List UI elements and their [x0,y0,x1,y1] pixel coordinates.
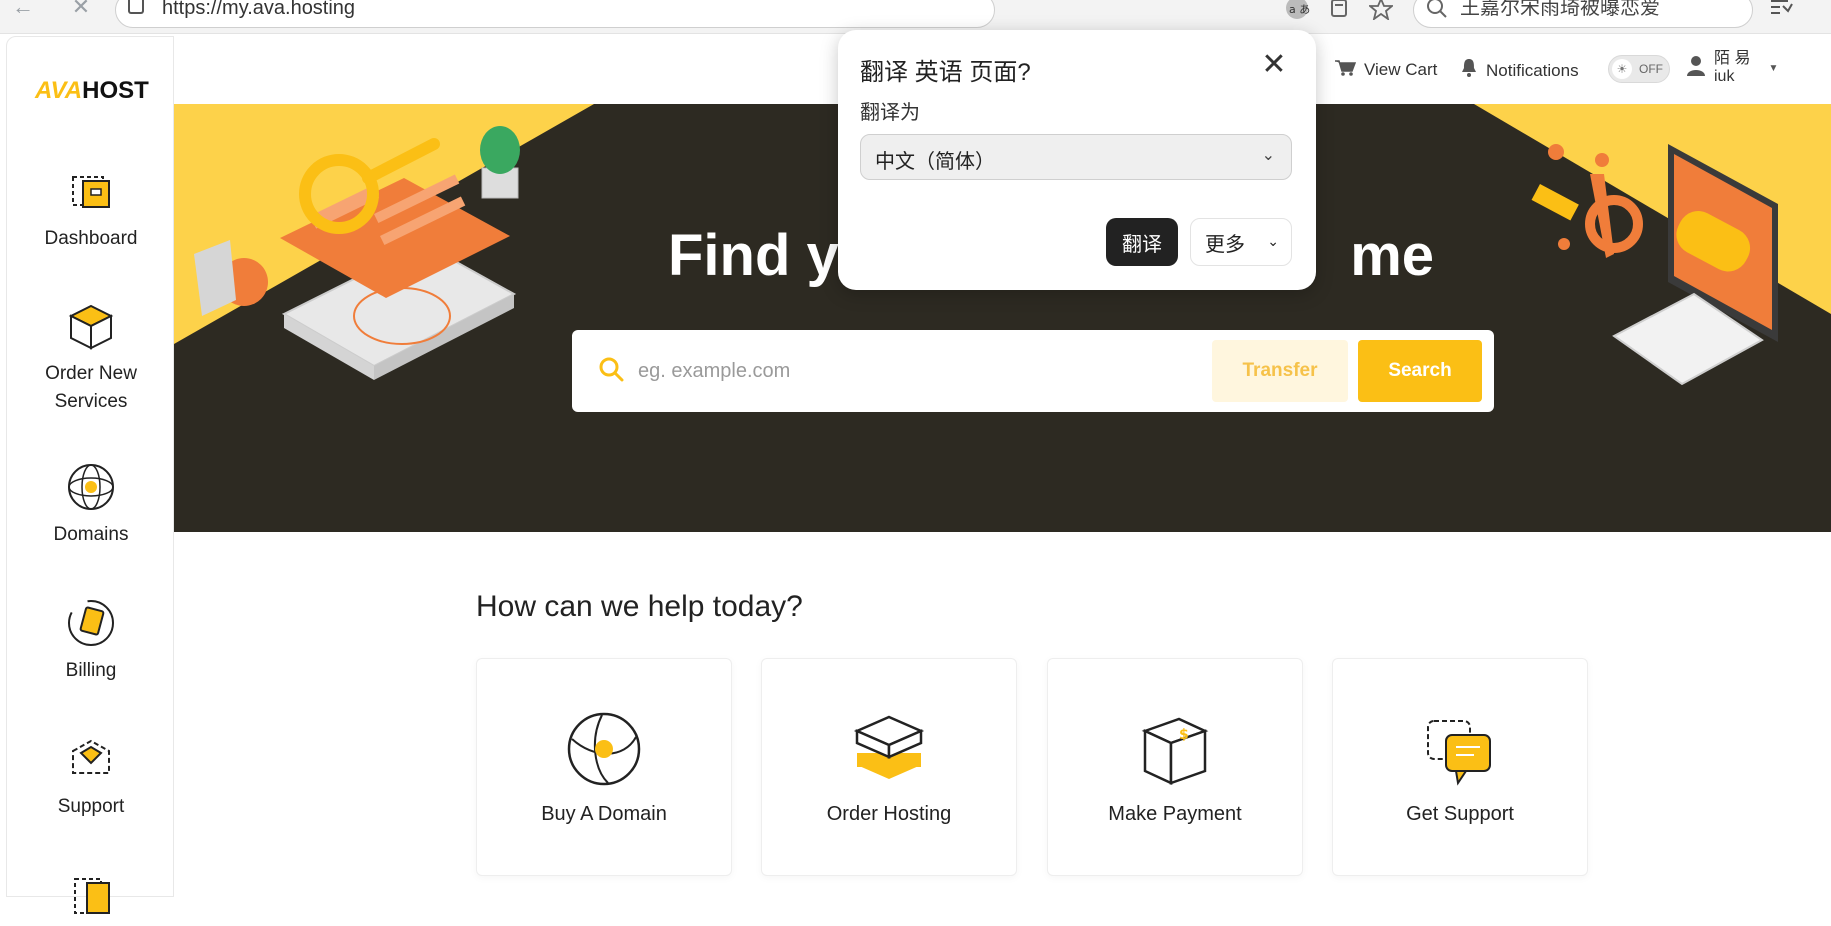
chevron-down-icon: ▼ [1768,62,1779,74]
server-icon [849,709,929,789]
svg-text:$: $ [1179,727,1189,743]
box-icon [65,300,117,352]
search-icon [598,356,624,382]
payment-box-icon: $ [1135,709,1215,789]
card-order-hosting[interactable]: Order Hosting [761,658,1017,876]
search-icon [1422,0,1452,22]
sidebar-item-label: Billing [65,660,117,681]
chevron-down-icon: ⌄ [1267,233,1279,249]
card-label: Order Hosting [826,803,952,825]
more-button[interactable]: 更多 ⌄ [1190,218,1292,266]
document-icon [65,869,117,921]
browser-search-text[interactable]: 王嘉尔宋雨琦被曝恋爱 [1460,0,1660,18]
notifications-label: Notifications [1486,60,1579,80]
sidebar-item-label: Dashboard [44,228,138,249]
card-buy-domain[interactable]: Buy A Domain [476,658,732,876]
domain-search-bar: Transfer Search [572,330,1494,412]
globe-icon [564,709,644,789]
sidebar-item-domains[interactable]: Domains [7,461,175,549]
billing-icon [65,597,117,649]
user-name: 陌 易 [1714,50,1751,67]
sidebar-item-billing[interactable]: Billing [7,597,175,685]
dashboard-icon [65,165,117,217]
back-icon[interactable]: ← [8,0,38,20]
sidebar-item-label: Support [57,796,125,817]
user-icon [1686,55,1706,82]
support-icon [65,733,117,785]
bell-icon [1460,58,1478,83]
user-subname: iuk [1714,68,1735,85]
reader-icon[interactable] [1324,0,1354,22]
sidebar-item-more[interactable] [7,869,175,921]
help-section-title: How can we help today? [476,590,803,623]
globe-icon [65,461,117,513]
card-label: Buy A Domain [541,803,667,825]
user-menu[interactable]: 陌 易 iuk ▼ [1686,50,1778,86]
domain-search-input[interactable] [638,348,1158,394]
translate-popup: 翻译 英语 页面? ✕ 翻译为 中文（简体） ⌄ 翻译 更多 ⌄ [838,30,1316,290]
card-label: Get Support [1406,803,1514,825]
transfer-button[interactable]: Transfer [1212,340,1348,402]
notifications-link[interactable]: Notifications [1460,58,1579,83]
sidebar-item-support[interactable]: Support [7,733,175,821]
sidebar-item-label: Order New Services [45,363,137,412]
stop-icon[interactable]: ✕ [66,0,96,20]
favorite-star-icon[interactable] [1366,0,1396,22]
theme-toggle[interactable]: ☀ OFF [1608,55,1670,83]
hero-title-right: me [1350,223,1435,288]
selected-language: 中文（简体） [875,151,995,173]
toggle-label: OFF [1639,62,1663,76]
browser-toolbar: ← ✕ https://my.ava.hosting a あ 王嘉尔宋雨琦被曝恋… [0,0,1831,34]
more-label: 更多 [1205,233,1245,256]
close-icon[interactable]: ✕ [1258,50,1290,82]
search-button[interactable]: Search [1358,340,1482,402]
translate-icon[interactable]: a あ [1282,0,1312,22]
url-text[interactable]: https://my.ava.hosting [162,0,355,18]
language-select[interactable]: 中文（简体） ⌄ [860,134,1292,180]
svg-text:a あ: a あ [1289,3,1310,16]
sun-icon: ☀ [1612,59,1632,79]
card-make-payment[interactable]: $ Make Payment [1047,658,1303,876]
cart-icon [1334,58,1357,81]
collections-icon[interactable] [1766,0,1796,22]
translate-to-label: 翻译为 [860,102,920,124]
sidebar: AVAHOST Dashboard Order New Services Dom… [6,36,175,914]
view-cart-label: View Cart [1364,59,1438,79]
logo[interactable]: AVAHOST [35,77,149,105]
chevron-down-icon: ⌄ [1261,147,1275,164]
card-get-support[interactable]: Get Support [1332,658,1588,876]
site-info-icon[interactable] [128,0,144,14]
chat-support-icon [1420,709,1500,789]
sidebar-item-label: Domains [53,524,129,545]
translate-popup-title: 翻译 英语 页面? [860,59,1031,86]
sidebar-item-dashboard[interactable]: Dashboard [7,165,175,253]
translate-button[interactable]: 翻译 [1106,218,1178,266]
sidebar-item-order-new-services[interactable]: Order New Services [7,300,175,416]
card-label: Make Payment [1108,803,1242,825]
view-cart-link[interactable]: View Cart [1334,58,1437,81]
